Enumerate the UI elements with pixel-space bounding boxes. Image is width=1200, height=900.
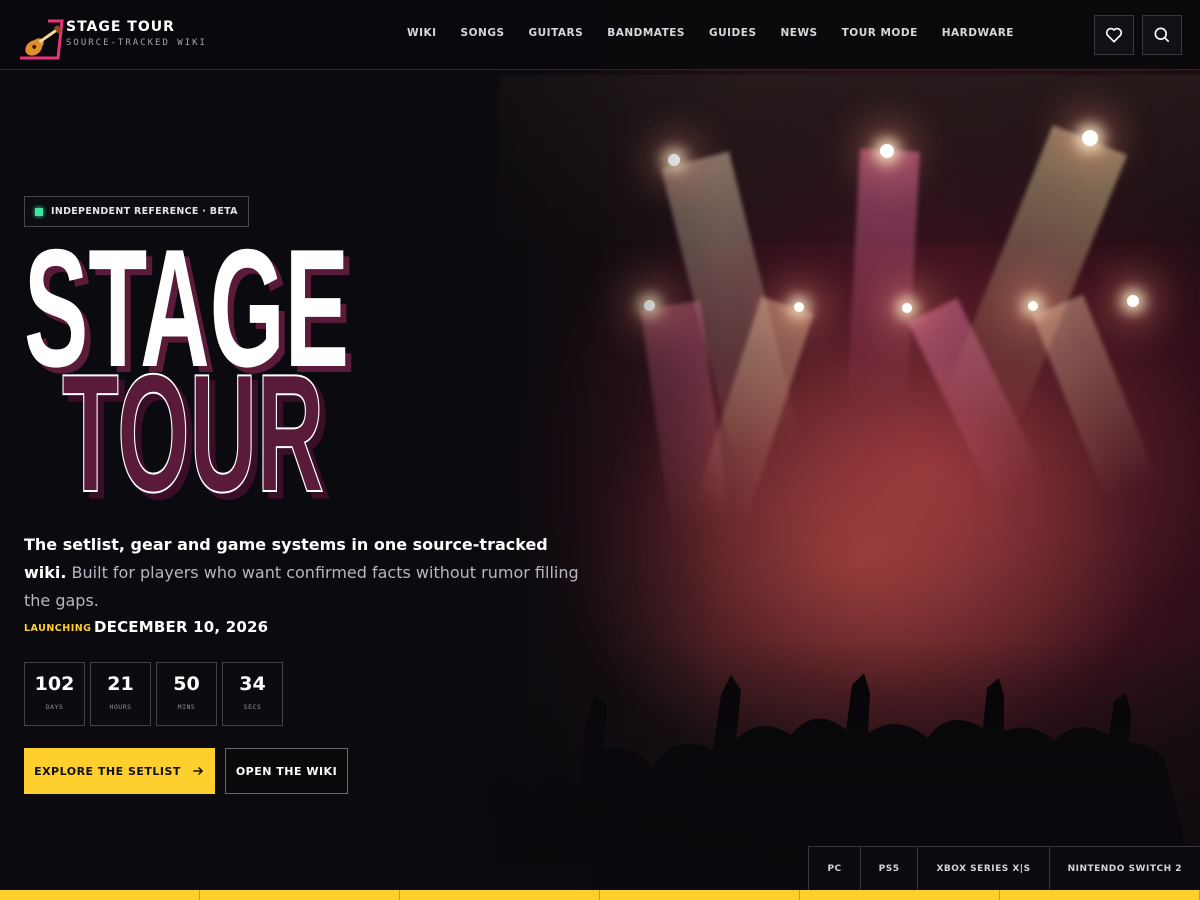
brand-name[interactable]: STAGE TOUR [66, 19, 175, 35]
search-button[interactable] [1142, 15, 1182, 55]
nav-item-bandmates[interactable]: BANDMATES [607, 27, 685, 39]
explore-setlist-button[interactable]: EXPLORE THE SETLIST [24, 748, 215, 794]
status-dot-icon [35, 207, 43, 216]
hero-title-line2: TOUR [62, 339, 324, 502]
status-badge: INDEPENDENT REFERENCE · BETA [24, 196, 249, 227]
nav-item-wiki[interactable]: WIKI [407, 27, 437, 39]
countdown-days: 102 DAYS [24, 662, 85, 726]
site-header: STAGE TOUR SOURCE-TRACKED WIKI WIKI SONG… [0, 0, 1200, 70]
platform-switch[interactable]: NINTENDO SWITCH 2 [1050, 847, 1200, 891]
countdown-mins: 50 MINS [156, 662, 217, 726]
nav-item-guides[interactable]: GUIDES [709, 27, 757, 39]
countdown-unit: DAYS [45, 703, 64, 711]
heart-icon [1105, 27, 1123, 43]
footer-accent-strip [0, 890, 1200, 900]
favorites-button[interactable] [1094, 15, 1134, 55]
countdown-timer: 102 DAYS 21 HOURS 50 MINS 34 SECS [24, 662, 283, 726]
badge-label: INDEPENDENT REFERENCE · BETA [51, 206, 238, 217]
countdown-value: 21 [107, 673, 134, 695]
platform-xbox[interactable]: XBOX SERIES X|S [918, 847, 1050, 891]
hero-description: The setlist, gear and game systems in on… [24, 531, 594, 615]
hero-description-rest: Built for players who want confirmed fac… [24, 563, 579, 610]
explore-setlist-label: EXPLORE THE SETLIST [34, 764, 181, 778]
platform-ps5[interactable]: PS5 [861, 847, 919, 891]
nav-item-news[interactable]: NEWS [781, 27, 818, 39]
countdown-hours: 21 HOURS [90, 662, 151, 726]
countdown-unit: HOURS [109, 703, 132, 711]
nav-item-guitars[interactable]: GUITARS [529, 27, 584, 39]
launch-label: LAUNCHING [24, 623, 92, 634]
open-wiki-button[interactable]: OPEN THE WIKI [225, 748, 348, 794]
platform-list: PC PS5 XBOX SERIES X|S NINTENDO SWITCH 2 [808, 846, 1200, 891]
countdown-unit: MINS [177, 703, 196, 711]
nav-item-hardware[interactable]: HARDWARE [942, 27, 1014, 39]
countdown-value: 34 [239, 673, 266, 695]
countdown-value: 50 [173, 673, 200, 695]
nav-item-tour-mode[interactable]: TOUR MODE [842, 27, 918, 39]
hero-title: STAGE STAGE TOUR TOUR [24, 232, 355, 502]
guitar-logo-icon[interactable] [18, 18, 64, 60]
launch-date: DECEMBER 10, 2026 [94, 618, 269, 636]
countdown-value: 102 [34, 673, 75, 695]
arrow-right-icon [193, 766, 204, 776]
brand-tagline: SOURCE-TRACKED WIKI [66, 38, 207, 48]
nav-item-songs[interactable]: SONGS [461, 27, 505, 39]
countdown-unit: SECS [243, 703, 262, 711]
search-icon [1154, 27, 1170, 43]
platform-pc[interactable]: PC [809, 847, 861, 891]
countdown-secs: 34 SECS [222, 662, 283, 726]
main-nav: WIKI SONGS GUITARS BANDMATES GUIDES NEWS… [395, 27, 1026, 39]
